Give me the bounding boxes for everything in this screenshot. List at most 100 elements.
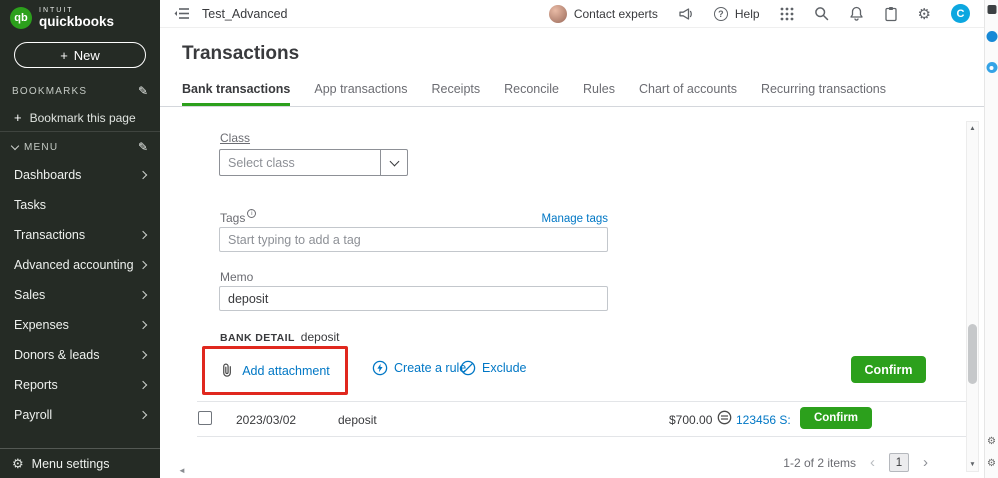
gear-icon: ⚙ bbox=[12, 456, 24, 472]
class-select-toggle[interactable] bbox=[380, 150, 407, 175]
tab-reconcile[interactable]: Reconcile bbox=[504, 82, 559, 106]
announcements-icon[interactable] bbox=[678, 7, 694, 21]
quickbooks-logo-icon: qb bbox=[10, 7, 32, 29]
account-avatar[interactable]: C bbox=[951, 4, 970, 23]
gear-icon[interactable]: ⚙ bbox=[987, 458, 996, 469]
sidebar-item-label: Expenses bbox=[14, 318, 69, 332]
memo-input[interactable] bbox=[219, 286, 608, 311]
chevron-right-icon bbox=[139, 261, 147, 269]
tab-rules[interactable]: Rules bbox=[583, 82, 615, 106]
edit-bookmarks-icon[interactable]: ✎ bbox=[138, 84, 148, 98]
sidebar-item-advanced-accounting[interactable]: Advanced accounting bbox=[0, 250, 160, 280]
edit-menu-icon[interactable]: ✎ bbox=[138, 140, 148, 154]
sidebar-item-payroll[interactable]: Payroll bbox=[0, 400, 160, 430]
help-label: Help bbox=[735, 7, 760, 21]
manage-tags-link[interactable]: Manage tags bbox=[542, 213, 609, 225]
page-number-button[interactable]: 1 bbox=[889, 453, 909, 472]
browser-extension-icon[interactable] bbox=[986, 62, 997, 73]
search-icon[interactable] bbox=[814, 6, 829, 21]
sidebar-item-sales[interactable]: Sales bbox=[0, 280, 160, 310]
info-icon[interactable]: i bbox=[247, 209, 256, 218]
scrollbar-thumb[interactable] bbox=[968, 324, 977, 384]
create-rule-icon bbox=[372, 360, 388, 376]
receipt-icon bbox=[717, 410, 732, 430]
vertical-scrollbar[interactable]: ▲ ▼ bbox=[966, 121, 979, 472]
memo-field-label: Memo bbox=[220, 270, 253, 284]
pagination: 1-2 of 2 items ‹ 1 › bbox=[560, 453, 928, 472]
row-confirm-button[interactable]: Confirm bbox=[800, 407, 872, 429]
tags-field-label: Tags bbox=[220, 211, 245, 225]
next-page-icon[interactable]: › bbox=[923, 455, 928, 470]
row-amount: $700.00 bbox=[669, 413, 712, 427]
highlight-box: Add attachment bbox=[202, 346, 348, 395]
notifications-bell-icon[interactable] bbox=[849, 6, 864, 22]
sidebar-item-tasks[interactable]: Tasks bbox=[0, 190, 160, 220]
chevron-right-icon bbox=[139, 291, 147, 299]
help-button[interactable]: ? Help bbox=[714, 7, 760, 21]
sidebar-item-label: Tasks bbox=[14, 198, 46, 212]
apps-grid-icon[interactable] bbox=[780, 7, 794, 21]
chevron-right-icon bbox=[139, 381, 147, 389]
plus-icon: + bbox=[14, 110, 22, 125]
sidebar-item-reports[interactable]: Reports bbox=[0, 370, 160, 400]
row-reference-link[interactable]: 123456 S: bbox=[736, 413, 791, 427]
tasks-clipboard-icon[interactable] bbox=[884, 6, 898, 22]
quickbooks-logo[interactable]: qb INTUIT quickbooks bbox=[0, 0, 160, 33]
tab-receipts[interactable]: Receipts bbox=[431, 82, 480, 106]
scroll-up-icon[interactable]: ▲ bbox=[967, 122, 978, 135]
scroll-down-icon[interactable]: ▼ bbox=[967, 458, 978, 471]
row-checkbox[interactable] bbox=[198, 411, 212, 425]
tags-input[interactable] bbox=[219, 227, 608, 252]
sidebar-item-label: Reports bbox=[14, 378, 58, 392]
new-button[interactable]: + New bbox=[14, 42, 146, 68]
class-field-label: Class bbox=[220, 131, 250, 145]
bookmarks-section-header: BOOKMARKS ✎ bbox=[0, 78, 160, 104]
chevron-right-icon bbox=[139, 321, 147, 329]
quickbooks-wordmark: INTUIT quickbooks bbox=[39, 7, 114, 29]
create-rule-link[interactable]: Create a rule bbox=[372, 360, 466, 376]
pagination-summary: 1-2 of 2 items bbox=[783, 456, 856, 470]
transaction-row[interactable]: 2023/03/02 deposit $700.00 123456 S: Con… bbox=[160, 402, 984, 436]
row-description: deposit bbox=[338, 413, 377, 427]
gear-icon[interactable]: ⚙ bbox=[987, 436, 996, 447]
browser-extension-icon[interactable] bbox=[986, 31, 997, 42]
browser-extension-icon[interactable] bbox=[987, 5, 996, 14]
tab-chart-of-accounts[interactable]: Chart of accounts bbox=[639, 82, 737, 106]
chevron-down-icon bbox=[389, 156, 399, 166]
page-title: Transactions bbox=[182, 43, 984, 65]
tab-recurring-transactions[interactable]: Recurring transactions bbox=[761, 82, 886, 106]
new-button-label: New bbox=[74, 48, 100, 63]
expert-avatar bbox=[549, 5, 567, 23]
help-icon: ? bbox=[714, 7, 728, 21]
exclude-link[interactable]: Exclude bbox=[460, 360, 526, 376]
sidebar-item-label: Sales bbox=[14, 288, 45, 302]
sidebar-item-label: Transactions bbox=[14, 228, 85, 242]
sidebar-item-expenses[interactable]: Expenses bbox=[0, 310, 160, 340]
confirm-button[interactable]: Confirm bbox=[851, 356, 926, 383]
scroll-left-icon[interactable]: ◄ bbox=[178, 466, 186, 475]
create-rule-label: Create a rule bbox=[394, 361, 466, 375]
chevron-right-icon bbox=[139, 411, 147, 419]
row-date: 2023/03/02 bbox=[236, 413, 296, 427]
tab-app-transactions[interactable]: App transactions bbox=[314, 82, 407, 106]
menu-settings-button[interactable]: ⚙ Menu settings bbox=[0, 448, 160, 478]
sidebar-item-dashboards[interactable]: Dashboards bbox=[0, 160, 160, 190]
menu-section-header[interactable]: MENU ✎ bbox=[0, 134, 160, 160]
menu-header-label: MENU bbox=[24, 142, 132, 153]
settings-gear-icon[interactable]: ⚙ bbox=[918, 5, 931, 23]
sidebar-item-donors-leads[interactable]: Donors & leads bbox=[0, 340, 160, 370]
paperclip-icon bbox=[220, 362, 235, 379]
add-attachment-link[interactable]: Add attachment bbox=[242, 364, 330, 378]
plus-icon: + bbox=[60, 48, 68, 63]
nav-collapse-icon[interactable] bbox=[174, 7, 190, 20]
previous-page-icon[interactable]: ‹ bbox=[870, 455, 875, 470]
tab-bank-transactions[interactable]: Bank transactions bbox=[182, 82, 290, 106]
contact-experts-button[interactable]: Contact experts bbox=[549, 5, 658, 23]
company-name[interactable]: Test_Advanced bbox=[202, 7, 287, 21]
bank-detail-value: deposit bbox=[301, 330, 340, 344]
main-area: Test_Advanced Contact experts ? Help bbox=[160, 0, 984, 478]
bookmarks-header-label: BOOKMARKS bbox=[12, 86, 132, 97]
sidebar-item-transactions[interactable]: Transactions bbox=[0, 220, 160, 250]
class-select[interactable]: Select class bbox=[219, 149, 408, 176]
bookmark-this-page[interactable]: + Bookmark this page bbox=[0, 104, 160, 132]
